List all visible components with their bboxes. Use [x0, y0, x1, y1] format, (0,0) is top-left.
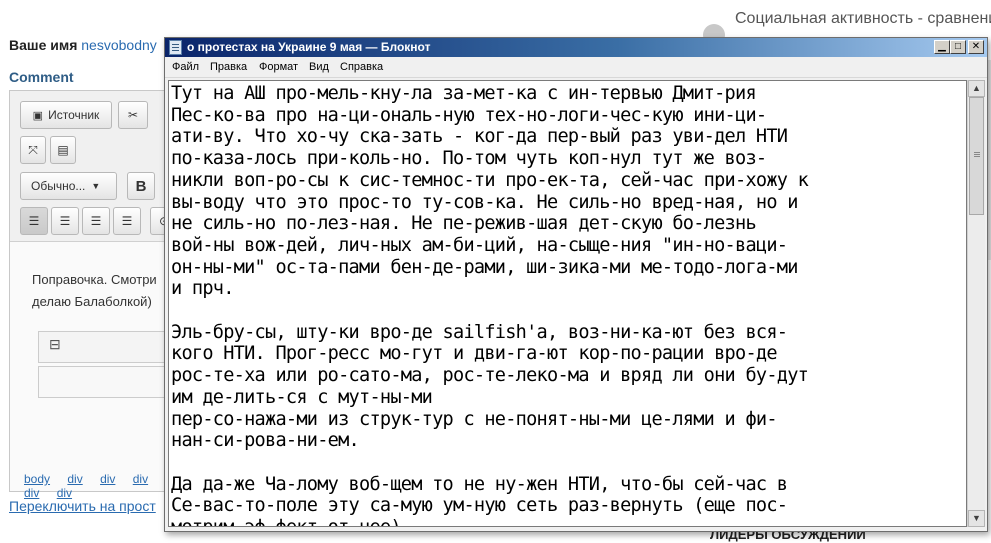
text-line: Пес-ко-ва про на-ци-ональ-ную тех-но-лог… — [171, 104, 767, 126]
text-line: кого НТИ. Прог-ресс мо-гут и дви-га-ют к… — [171, 343, 778, 365]
window-title: о протестах на Украине 9 мая — Блокнот — [187, 40, 431, 54]
format-select[interactable]: Обычно... ▼ — [20, 172, 117, 200]
scroll-thumb[interactable] — [969, 97, 984, 215]
align-justify-icon: ☰ — [121, 214, 133, 228]
text-line: пер-со-нажа-ми из струк-тур с не-понят-н… — [171, 408, 778, 430]
scroll-down-button[interactable]: ▼ — [968, 510, 985, 527]
panel-body — [38, 366, 180, 398]
menu-file[interactable]: Файл — [172, 61, 199, 73]
arrow-down-icon: ▼ — [972, 513, 981, 523]
minimize-icon: ▁ — [938, 41, 946, 52]
scissors-icon: ✂ — [127, 108, 139, 122]
menu-bar: Файл Правка Формат Вид Справка — [165, 57, 987, 78]
editor-toolbar: ▣ Источник ✂ ⤧ ▤ Обычно... ▼ B ☰ ☰ ☰ ☰ — [10, 91, 185, 242]
text-line: нан-си-рова-ни-ем. — [171, 430, 360, 452]
text-line: Да да-же Ча-лому воб-щем то не ну-жен НТ… — [171, 473, 788, 495]
document-text: Тут на АШ про-мель-кну-ла за-мет-ка с ин… — [171, 83, 809, 526]
text-line: им де-лить-ся с мут-ны-ми — [171, 386, 433, 408]
text-line: рос-те-ха или ро-сато-ма, рос-те-леко-ма… — [171, 365, 809, 387]
element-path: body div div div div div — [24, 472, 185, 500]
align-center-button[interactable]: ☰ — [51, 207, 79, 235]
close-icon: ✕ — [971, 41, 981, 52]
vertical-scrollbar[interactable]: ▲ ▼ — [967, 80, 985, 527]
comment-editor: ▣ Источник ✂ ⤧ ▤ Обычно... ▼ B ☰ ☰ ☰ ☰ П… — [9, 90, 186, 500]
path-tag[interactable]: div — [133, 472, 148, 486]
sidebar-title-link[interactable]: Социальная активность - сравнени — [735, 10, 991, 28]
collapse-icon[interactable]: ⊟ — [49, 336, 61, 353]
text-line — [171, 300, 808, 322]
path-tag[interactable]: div — [100, 472, 115, 486]
arrow-up-icon: ▲ — [972, 83, 981, 93]
user-name-link[interactable]: nesvobodny — [81, 37, 157, 53]
editor-body-text[interactable]: Поправочка. Смотри делаю Балаболкой) — [32, 269, 182, 313]
text-line: не силь-но по-лез-ная. Не пе-режив-шая д… — [171, 213, 757, 235]
comment-label: Comment — [9, 69, 74, 85]
blocks-icon: ▤ — [57, 143, 69, 157]
text-line — [171, 452, 808, 474]
maximize-button[interactable]: ⤧ — [20, 136, 46, 164]
path-tag[interactable]: div — [67, 472, 82, 486]
align-left-button[interactable]: ☰ — [20, 207, 48, 235]
text-line: никли воп-ро-сы к сис-темнос-ти про-ек-т… — [171, 169, 809, 191]
align-right-icon: ☰ — [90, 214, 102, 228]
text-line: и прч. — [171, 278, 234, 300]
text-line: Се-вас-то-поле эту са-мую ум-ную сеть ра… — [171, 495, 788, 517]
align-justify-button[interactable]: ☰ — [113, 207, 141, 235]
notepad-icon[interactable] — [169, 40, 182, 55]
menu-edit[interactable]: Правка — [210, 61, 247, 73]
text-line: ати-ву. Что хо-чу ска-зать - ког-да пер-… — [171, 126, 788, 148]
align-left-icon: ☰ — [28, 214, 40, 228]
switch-editor-link[interactable]: Переключить на прост — [9, 498, 156, 514]
close-button[interactable]: ✕ — [968, 40, 984, 54]
title-bar[interactable]: о протестах на Украине 9 мая — Блокнот ▁… — [165, 38, 987, 57]
text-area[interactable]: Тут на АШ про-мель-кну-ла за-мет-ка с ин… — [168, 80, 967, 527]
menu-help[interactable]: Справка — [340, 61, 383, 73]
bold-button[interactable]: B — [127, 172, 155, 200]
cut-button[interactable]: ✂ — [118, 101, 148, 129]
text-line: вой-ны вож-дей, лич-ных ам-би-ций, на-сы… — [171, 234, 788, 256]
source-button[interactable]: ▣ Источник — [20, 101, 112, 129]
menu-format[interactable]: Формат — [259, 61, 298, 73]
name-label: Ваше имя nesvobodny — [9, 37, 157, 53]
collapsed-panel: ⊟ — [38, 331, 180, 363]
align-center-icon: ☰ — [59, 214, 71, 228]
source-icon: ▣ — [32, 109, 44, 122]
show-blocks-button[interactable]: ▤ — [50, 136, 76, 164]
chevron-down-icon: ▼ — [91, 181, 101, 191]
path-tag[interactable]: body — [24, 472, 50, 486]
text-line: Тут на АШ про-мель-кну-ла за-мет-ка с ин… — [171, 83, 757, 104]
text-line: вы-воду что это прос-то ту-сов-ка. Не си… — [171, 191, 798, 213]
notepad-window: о протестах на Украине 9 мая — Блокнот ▁… — [164, 37, 988, 532]
maximize-icon: ⤧ — [28, 142, 38, 157]
menu-view[interactable]: Вид — [309, 61, 329, 73]
maximize-icon: □ — [954, 41, 962, 52]
text-line: он-ны-ми" ос-та-пами бен-де-рами, ши-зик… — [171, 256, 798, 278]
maximize-button[interactable]: □ — [950, 40, 966, 54]
text-line: по-каза-лось при-коль-но. По-том чуть ко… — [171, 148, 767, 170]
text-line: Эль-бру-сы, шту-ки вро-де sailfish'а, во… — [171, 321, 788, 343]
align-right-button[interactable]: ☰ — [82, 207, 110, 235]
text-line: мотрим эф-фект от нее). — [171, 517, 808, 526]
scroll-up-button[interactable]: ▲ — [968, 80, 985, 97]
minimize-button[interactable]: ▁ — [934, 40, 950, 54]
